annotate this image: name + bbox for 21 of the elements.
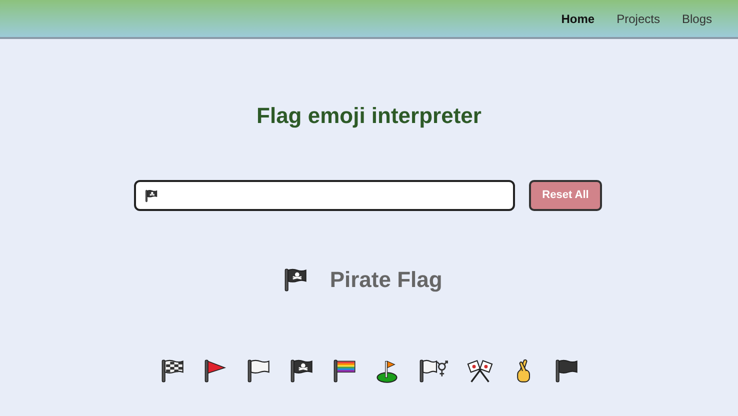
emoji-option[interactable]: [159, 358, 186, 384]
emoji-option[interactable]: [245, 358, 272, 384]
nav-link[interactable]: Projects: [616, 10, 660, 28]
plain-flag-icon: [245, 358, 272, 384]
emoji-option[interactable]: [417, 358, 450, 384]
emoji-option[interactable]: [466, 358, 493, 384]
rainbow-flag-icon: [331, 358, 358, 384]
page-title: Flag emoji interpreter: [256, 102, 482, 130]
checkered-flag-icon: [159, 358, 186, 384]
flag-meaning: Pirate Flag: [330, 266, 442, 294]
triangular-flag-icon: [202, 358, 228, 384]
nav-link[interactable]: Home: [561, 10, 595, 28]
pirate-flag-icon: [288, 358, 314, 384]
flag-with-symbol-icon: [417, 358, 450, 384]
emoji-input-field[interactable]: [134, 180, 515, 211]
nav-link[interactable]: Blogs: [682, 10, 712, 28]
emoji-option[interactable]: [288, 358, 314, 384]
emoji-option[interactable]: [202, 358, 228, 384]
emoji-option[interactable]: [331, 358, 358, 384]
crossed-flags-icon: [466, 358, 493, 384]
pirate-flag-icon: [144, 188, 160, 202]
